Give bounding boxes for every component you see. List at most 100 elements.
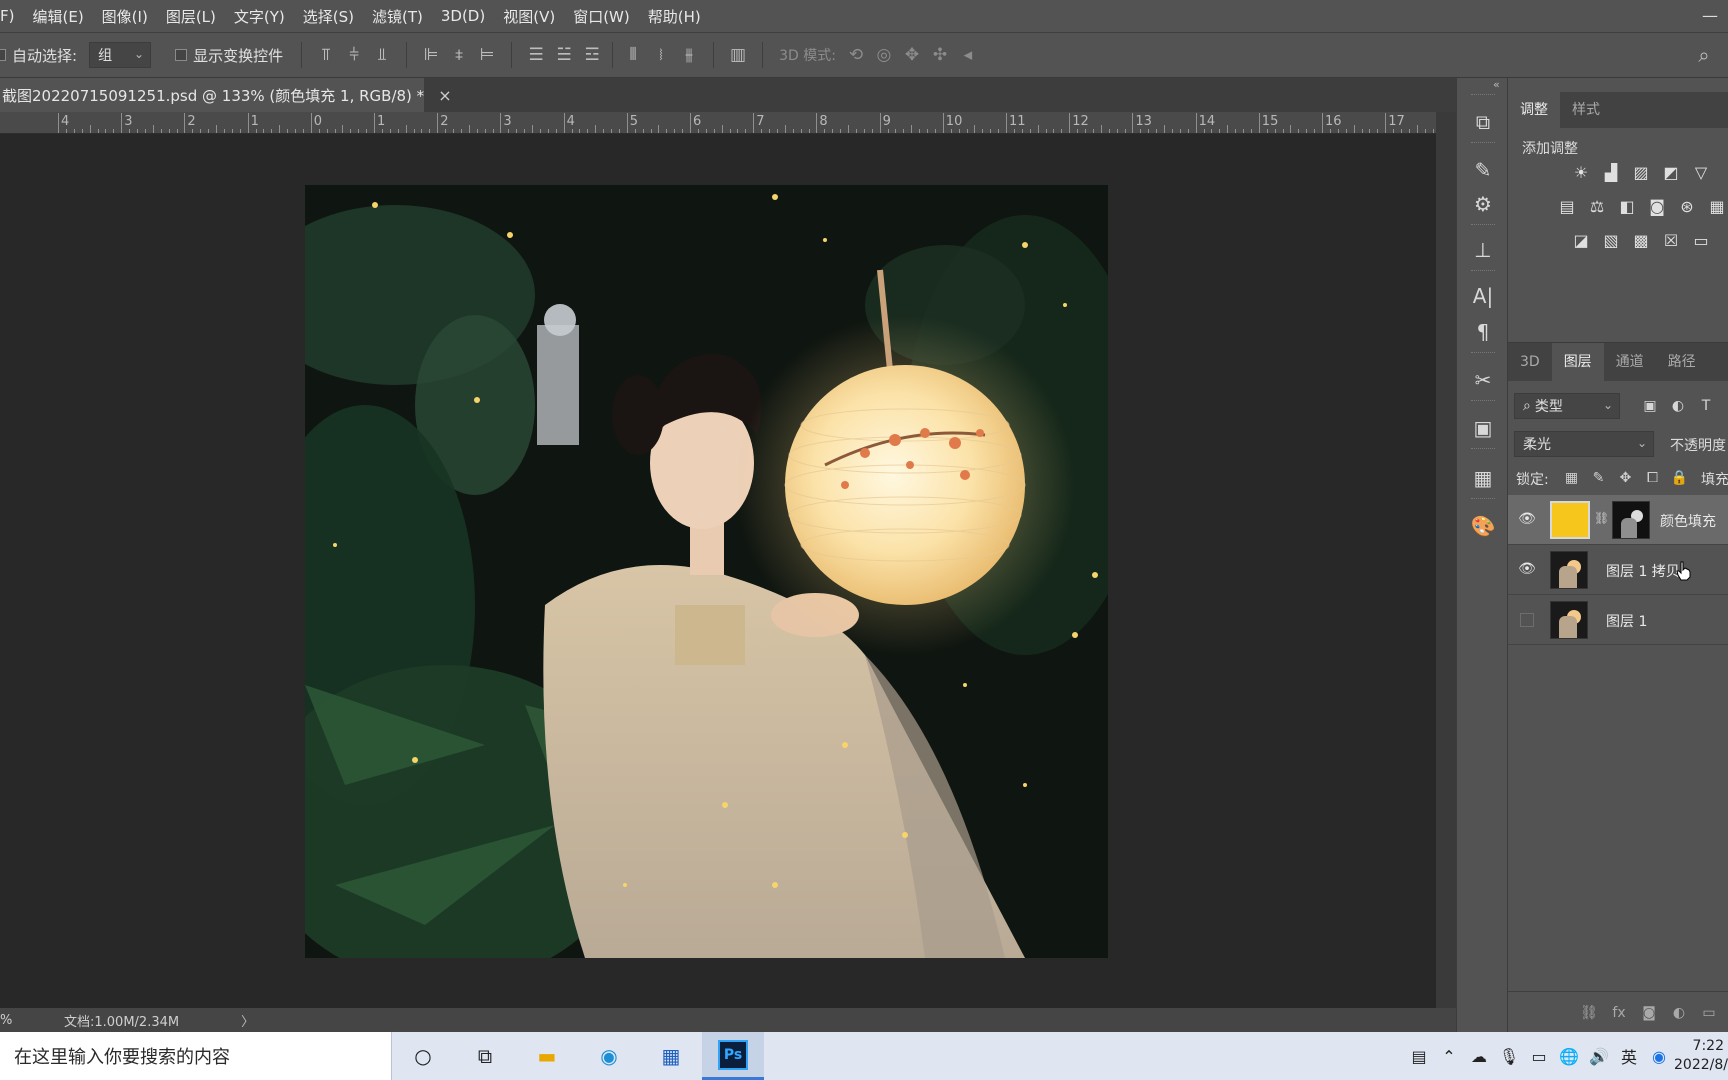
- tab-3d[interactable]: 3D: [1508, 343, 1552, 381]
- task-view-icon[interactable]: ⧉: [454, 1032, 516, 1080]
- slide-3d-icon[interactable]: ✣: [926, 41, 954, 69]
- menu-3d[interactable]: 3D(D): [432, 7, 494, 25]
- threshold-icon[interactable]: ▩: [1626, 226, 1656, 256]
- clone-source-icon[interactable]: ⊥: [1469, 236, 1497, 264]
- menu-select[interactable]: 选择(S): [294, 6, 363, 27]
- close-icon[interactable]: ×: [438, 86, 451, 105]
- vertical-scrollbar[interactable]: [1436, 112, 1456, 1008]
- layer-thumbnail[interactable]: [1550, 601, 1588, 639]
- scale-3d-icon[interactable]: ◂: [954, 41, 982, 69]
- lock-all-icon[interactable]: 🔒: [1666, 465, 1693, 491]
- layer-name[interactable]: 图层 1 拷贝: [1606, 561, 1680, 581]
- menu-filter[interactable]: 滤镜(T): [363, 6, 432, 27]
- filter-pixel-icon[interactable]: ▣: [1636, 393, 1664, 419]
- menu-edit[interactable]: 编辑(E): [23, 6, 92, 27]
- layer-row-color-fill[interactable]: 👁 ⛓ 颜色填充: [1508, 495, 1728, 545]
- channel-mixer-icon[interactable]: ⊛: [1672, 192, 1702, 222]
- auto-select-checkbox[interactable]: [0, 49, 6, 61]
- paragraph-icon[interactable]: ¶: [1469, 318, 1497, 346]
- filter-type-icon[interactable]: T: [1692, 393, 1720, 419]
- history-icon[interactable]: ⧉: [1469, 108, 1497, 136]
- layer-kind-filter[interactable]: ⌕ 类型 ⌄: [1514, 393, 1620, 419]
- layer-mask-thumbnail[interactable]: [1612, 501, 1650, 539]
- brush-settings-icon[interactable]: ⚙: [1469, 190, 1497, 218]
- chevron-up-icon[interactable]: ⌃: [1434, 1047, 1464, 1066]
- align-hcenter-icon[interactable]: ⧧: [445, 41, 473, 69]
- clock[interactable]: 7:22 2022/8/: [1674, 1037, 1728, 1075]
- grip-handle[interactable]: [1471, 448, 1495, 451]
- align-right-icon[interactable]: ⊨: [473, 41, 501, 69]
- distribute-top-icon[interactable]: ☰: [522, 41, 550, 69]
- posterize-icon[interactable]: ▧: [1596, 226, 1626, 256]
- menu-layer[interactable]: 图层(L): [157, 6, 225, 27]
- ime-mode-icon[interactable]: ◉: [1644, 1047, 1674, 1066]
- cortana-icon[interactable]: ○: [392, 1032, 454, 1080]
- link-icon[interactable]: ⛓: [1594, 511, 1609, 525]
- photoshop-taskbar-button[interactable]: Ps: [702, 1032, 764, 1080]
- distribute-right-icon[interactable]: ⫵: [675, 41, 703, 69]
- color-balance-icon[interactable]: ⚖: [1582, 192, 1612, 222]
- tab-channels[interactable]: 通道: [1604, 343, 1656, 381]
- character-icon[interactable]: A|: [1469, 282, 1497, 310]
- levels-icon[interactable]: ▟: [1596, 158, 1626, 188]
- grip-handle[interactable]: [1471, 94, 1495, 97]
- zoom-readout[interactable]: %: [0, 1013, 16, 1028]
- menu-help[interactable]: 帮助(H): [639, 6, 710, 27]
- blend-mode-dropdown[interactable]: 柔光 ⌄: [1514, 431, 1654, 457]
- network-icon[interactable]: 🌐: [1554, 1047, 1584, 1066]
- document-tab[interactable]: 截图20220715091251.psd @ 133% (颜色填充 1, RGB…: [0, 78, 452, 112]
- align-left-icon[interactable]: ⊫: [417, 41, 445, 69]
- curves-icon[interactable]: ▨: [1626, 158, 1656, 188]
- gradient-map-icon[interactable]: ▭: [1686, 226, 1716, 256]
- grip-handle[interactable]: [1471, 142, 1495, 145]
- grip-handle[interactable]: [1471, 498, 1495, 501]
- onedrive-icon[interactable]: ☁: [1464, 1047, 1494, 1066]
- distribute-hcenter-icon[interactable]: ⧘: [647, 41, 675, 69]
- auto-select-dropdown[interactable]: 组 ⌄: [89, 42, 152, 68]
- color-lookup-icon[interactable]: ▦: [1702, 192, 1728, 222]
- black-white-icon[interactable]: ◧: [1612, 192, 1642, 222]
- visibility-toggle[interactable]: [1520, 613, 1534, 627]
- fx-icon[interactable]: fx: [1604, 1005, 1634, 1021]
- file-explorer-icon[interactable]: ▬: [516, 1032, 578, 1080]
- grip-handle[interactable]: [1471, 400, 1495, 403]
- brush-icon[interactable]: ✎: [1469, 156, 1497, 184]
- new-group-icon[interactable]: ▭: [1694, 1005, 1724, 1021]
- tool-presets-icon[interactable]: ✂: [1469, 366, 1497, 394]
- eye-icon[interactable]: 👁: [1518, 511, 1536, 529]
- battery-icon[interactable]: ▭: [1524, 1047, 1554, 1066]
- vibrance-icon[interactable]: ▽: [1686, 158, 1716, 188]
- color-palette-icon[interactable]: 🎨: [1469, 512, 1497, 540]
- distribute-vcenter-icon[interactable]: ☱: [550, 41, 578, 69]
- grip-handle[interactable]: [1471, 270, 1495, 273]
- lock-transparency-icon[interactable]: ▦: [1558, 465, 1585, 491]
- chevron-right-icon[interactable]: 〉: [241, 1011, 254, 1030]
- photo-filter-icon[interactable]: ◙: [1642, 192, 1672, 222]
- distribute-left-icon[interactable]: ⫴: [619, 41, 647, 69]
- align-vcenter-icon[interactable]: ⫩: [340, 41, 368, 69]
- menu-image[interactable]: 图像(I): [93, 6, 157, 27]
- tab-layers[interactable]: 图层: [1551, 343, 1604, 381]
- libraries-icon[interactable]: ▣: [1469, 414, 1497, 442]
- layer-thumbnail[interactable]: [1550, 551, 1588, 589]
- lock-position-icon[interactable]: ✥: [1612, 465, 1639, 491]
- tab-paths[interactable]: 路径: [1656, 343, 1708, 381]
- horizontal-ruler[interactable]: 4 3 2 1 0 1 2 3 4 5 6 7 8 9 10 11 12 13 14 15 16 17: [0, 112, 1436, 134]
- grip-handle[interactable]: [1471, 352, 1495, 355]
- swatches-grid-icon[interactable]: ▦: [1469, 464, 1497, 492]
- volume-icon[interactable]: 🔊: [1584, 1047, 1614, 1066]
- layer-row-layer1-copy[interactable]: 👁 图层 1 拷贝: [1508, 545, 1728, 595]
- align-top-icon[interactable]: ⫪: [312, 41, 340, 69]
- hue-saturation-icon[interactable]: ▤: [1552, 192, 1582, 222]
- align-bottom-icon[interactable]: ⫫: [368, 41, 396, 69]
- link-layers-icon[interactable]: ⛓: [1574, 1005, 1604, 1021]
- collapse-panels-icon[interactable]: «: [1493, 78, 1500, 91]
- minimize-icon[interactable]: —: [1702, 6, 1718, 25]
- edge-icon[interactable]: ◉: [578, 1032, 640, 1080]
- document-image[interactable]: [305, 185, 1108, 958]
- new-adjustment-icon[interactable]: ◐: [1664, 1005, 1694, 1021]
- layer-row-layer1[interactable]: 图层 1: [1508, 595, 1728, 645]
- distribute-bottom-icon[interactable]: ☲: [578, 41, 606, 69]
- layer-name[interactable]: 颜色填充: [1660, 511, 1716, 531]
- fill-color-thumbnail[interactable]: [1550, 501, 1590, 539]
